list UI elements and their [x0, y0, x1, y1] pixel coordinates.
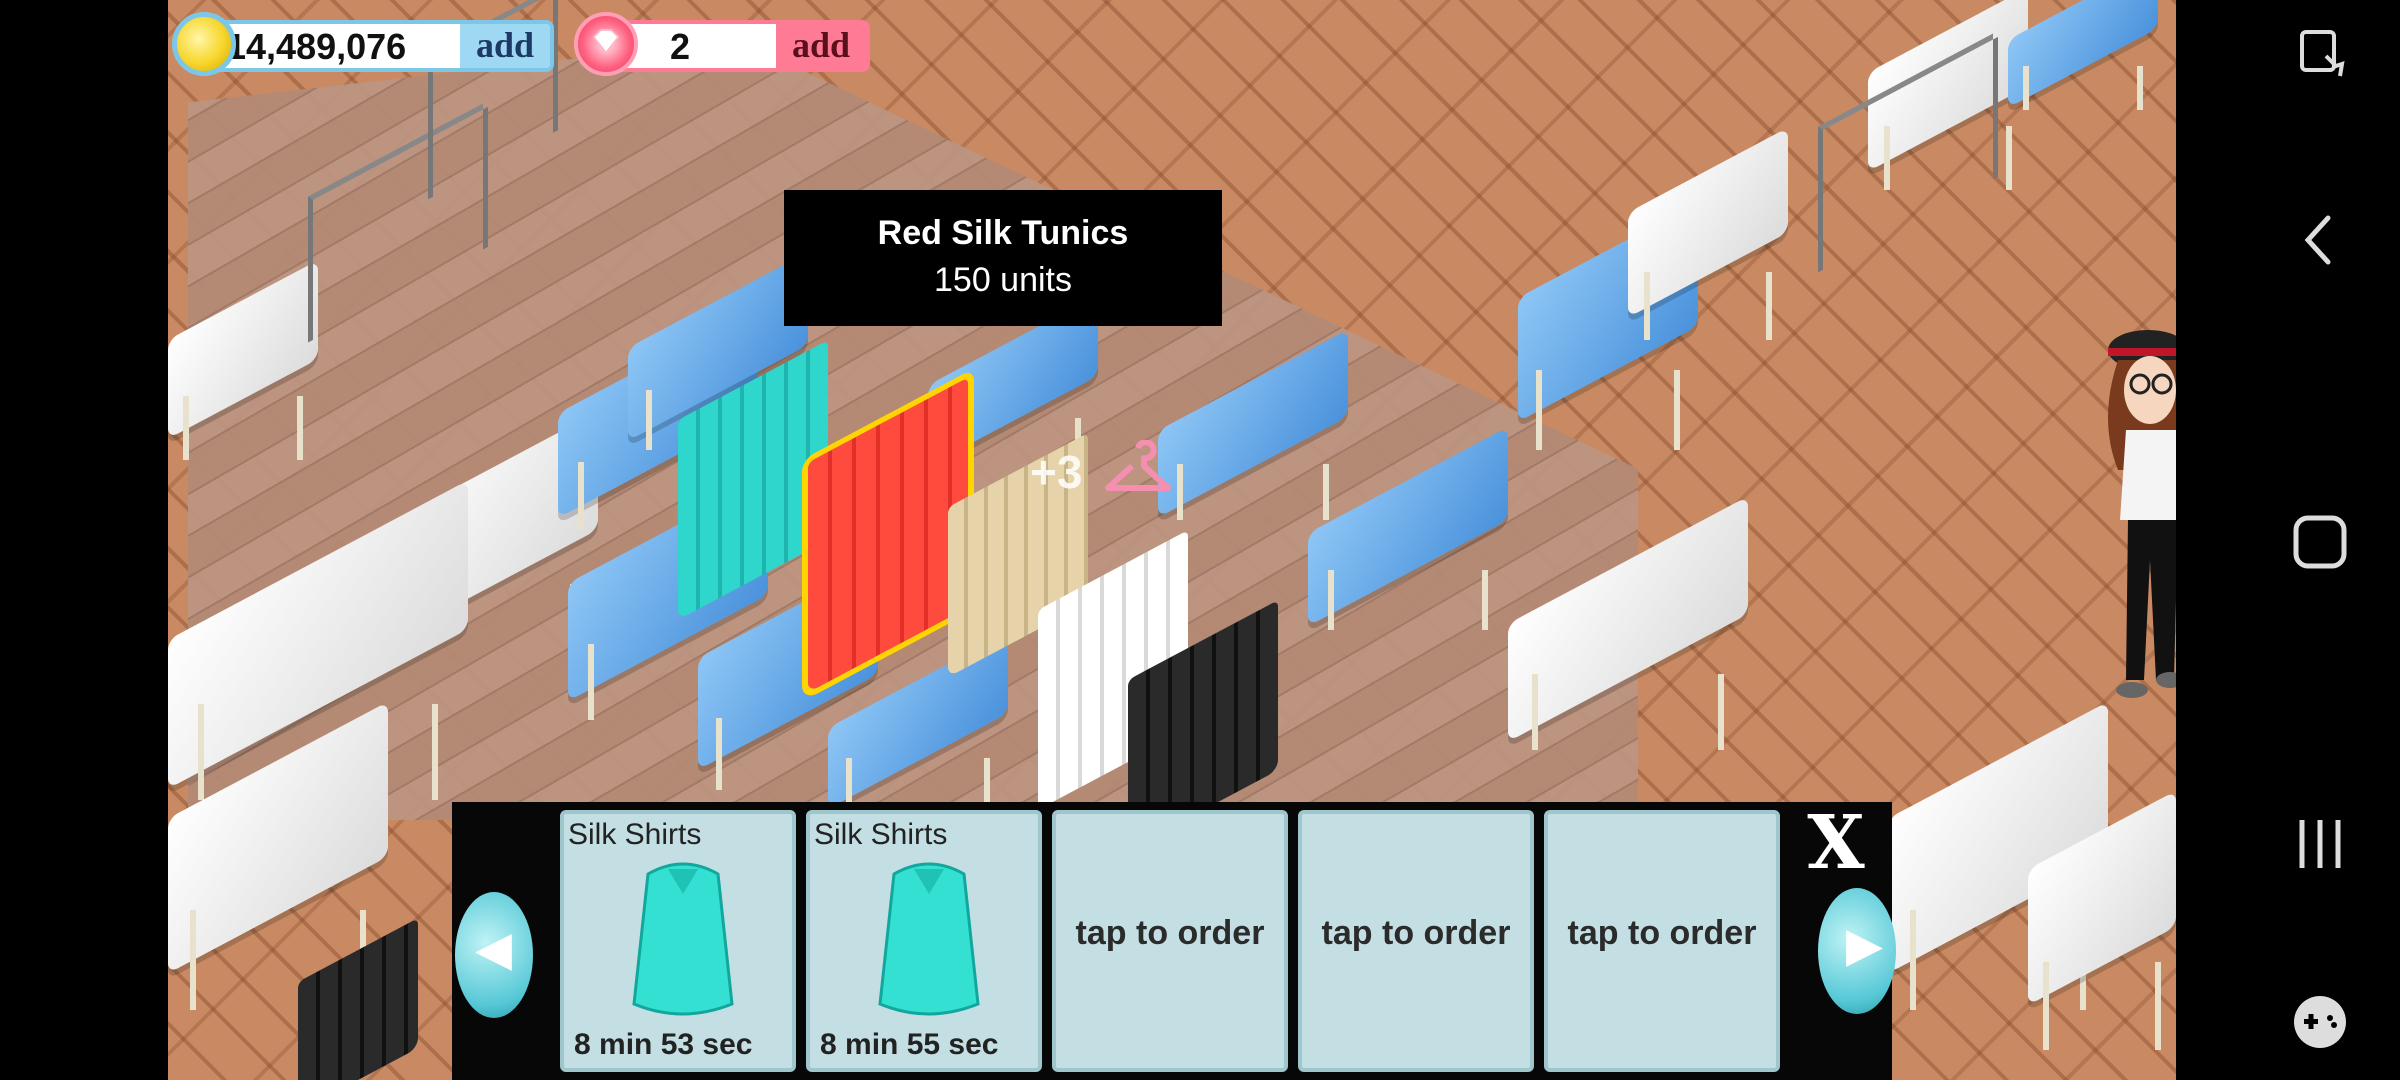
- slot-title: Silk Shirts: [568, 818, 702, 851]
- order-slot-empty[interactable]: tap to order: [1298, 810, 1534, 1072]
- shop-assistant-character[interactable]: [2088, 320, 2176, 740]
- letterbox-left: [0, 0, 168, 1080]
- add-gems-button[interactable]: add: [776, 24, 866, 68]
- home-icon[interactable]: [2290, 512, 2350, 572]
- close-button[interactable]: X: [1796, 806, 1876, 880]
- tap-to-order-label: tap to order: [1567, 914, 1757, 952]
- slot-title: Silk Shirts: [814, 818, 948, 851]
- order-slot[interactable]: Silk Shirts 8 min 53 sec: [560, 810, 796, 1072]
- order-slot-empty[interactable]: tap to order: [1544, 810, 1780, 1072]
- display-table[interactable]: [2028, 790, 2176, 1050]
- scroll-left-button[interactable]: ◀: [455, 892, 533, 1018]
- display-table[interactable]: [1308, 426, 1508, 630]
- display-table[interactable]: [1508, 496, 1748, 750]
- slot-timer: 8 min 55 sec: [820, 1028, 999, 1061]
- gems-value: 2: [670, 26, 691, 67]
- coins-hud: add 14,489,076: [172, 12, 554, 76]
- hanger-icon: [1105, 440, 1171, 491]
- screenshot-edit-icon[interactable]: [2290, 26, 2350, 86]
- arrow-right-icon: ▶: [1846, 919, 1883, 972]
- tooltip-units: 150 units: [934, 261, 1072, 299]
- coin-icon: [172, 12, 236, 76]
- game-controller-icon[interactable]: [2290, 992, 2350, 1052]
- tap-to-order-label: tap to order: [1321, 914, 1511, 952]
- scroll-right-button[interactable]: ▶: [1818, 888, 1896, 1014]
- item-tooltip: Red Silk Tunics 150 units: [784, 190, 1222, 326]
- order-slot-empty[interactable]: tap to order: [1052, 810, 1288, 1072]
- display-table[interactable]: [1628, 127, 1788, 340]
- slot-timer: 8 min 53 sec: [574, 1028, 753, 1061]
- tooltip-title: Red Silk Tunics: [877, 214, 1129, 252]
- gems-bar: add: [614, 20, 870, 72]
- back-icon[interactable]: [2290, 210, 2350, 270]
- silk-shirt-icon: [632, 862, 734, 1016]
- silk-shirt-icon: [878, 862, 980, 1016]
- add-coins-button[interactable]: add: [460, 24, 550, 68]
- coins-value: 14,489,076: [226, 26, 407, 67]
- system-nav-bar: [2176, 0, 2400, 1080]
- display-table[interactable]: [168, 260, 318, 460]
- gem-icon: [574, 12, 638, 76]
- order-slot[interactable]: Silk Shirts 8 min 55 sec: [806, 810, 1042, 1072]
- display-table[interactable]: [828, 632, 1008, 810]
- floating-reward: +3: [1030, 446, 1083, 498]
- recent-apps-icon[interactable]: [2290, 814, 2350, 874]
- gems-hud: add 2: [574, 12, 870, 76]
- tap-to-order-label: tap to order: [1075, 914, 1265, 952]
- display-table[interactable]: [2008, 0, 2158, 110]
- arrow-left-icon: ◀: [475, 923, 512, 976]
